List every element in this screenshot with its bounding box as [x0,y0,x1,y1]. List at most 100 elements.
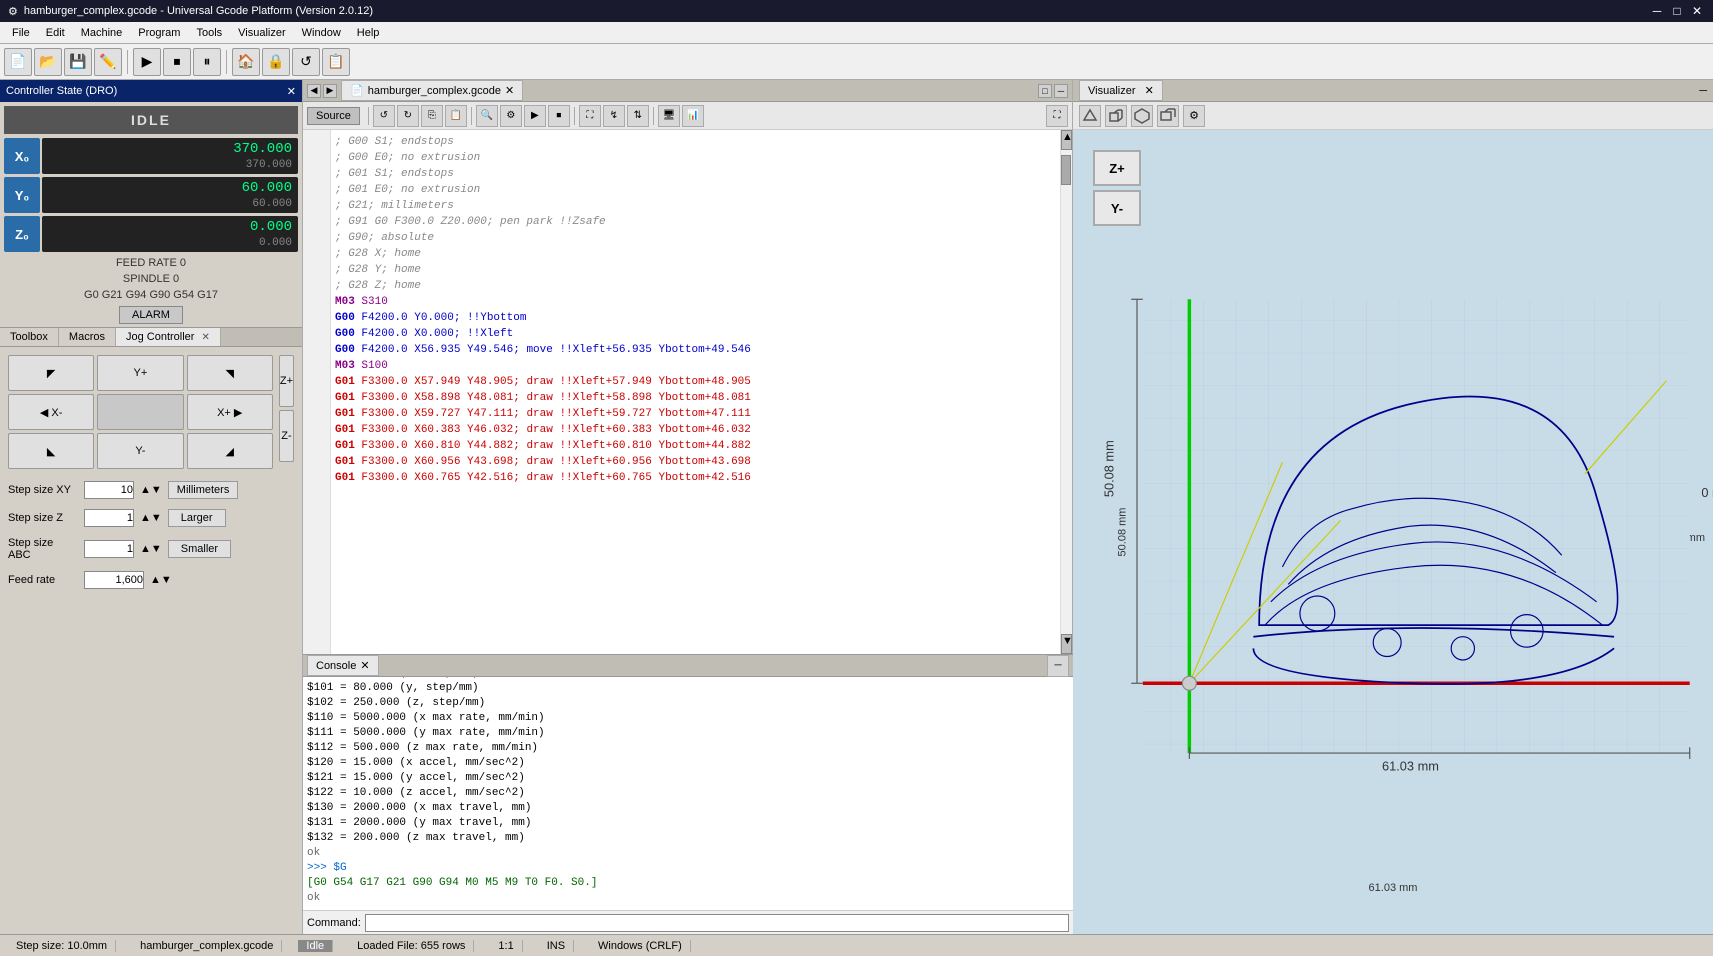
menu-edit[interactable]: Edit [38,25,73,41]
vis-view-4-button[interactable] [1157,105,1179,127]
macro-button[interactable]: 📋 [322,48,350,76]
console-output: $25 = 3000.000 (homing seek, mm/min)$26 … [303,677,1073,910]
jog-z-plus-button[interactable]: Z+ [279,355,294,407]
jog-ne-button[interactable]: ◥ [187,355,273,391]
scroll-track[interactable] [1061,150,1072,634]
vis-view-3-button[interactable] [1131,105,1153,127]
scroll-thumb[interactable] [1061,155,1071,185]
ed-run-button[interactable]: ▶ [524,105,546,127]
code-content[interactable]: ; G00 S1; endstops ; G00 E0; no extrusio… [331,130,1060,654]
smaller-button[interactable]: Smaller [168,540,231,558]
line-numbers [303,130,331,654]
ed-btn-extra3[interactable]: 🖥 [658,105,680,127]
edit-button[interactable]: ✏️ [94,48,122,76]
editor-maximize-button[interactable]: □ [1038,84,1052,98]
jog-sw-button[interactable]: ◣ [8,433,94,469]
tab-macros[interactable]: Macros [59,328,116,346]
open-file-button[interactable]: 📂 [34,48,62,76]
visualizer-tab-close[interactable]: ✕ [1145,85,1154,97]
y-axis-label[interactable]: Y₀ [4,177,40,213]
new-file-button[interactable]: 📄 [4,48,32,76]
step-abc-stepper[interactable]: ▲▼ [140,543,162,555]
ed-settings-button[interactable]: ⚙ [500,105,522,127]
tab-toolbox[interactable]: Toolbox [0,328,59,346]
ed-find-button[interactable]: 🔍 [476,105,498,127]
command-input[interactable] [365,914,1069,932]
console-clear-button[interactable]: ─ [1047,655,1069,677]
menu-window[interactable]: Window [294,25,349,41]
visualizer-tab[interactable]: Visualizer ✕ [1079,80,1163,101]
scroll-up-button[interactable]: ▲ [1061,130,1072,150]
jog-z-minus-button[interactable]: Z- [279,410,294,462]
vis-settings-button[interactable]: ⚙ [1183,105,1205,127]
step-abc-input[interactable] [84,540,134,558]
ed-expand-button[interactable]: ⛶ [579,105,601,127]
vis-view-1-button[interactable] [1079,105,1101,127]
ed-undo-button[interactable]: ↺ [373,105,395,127]
tab-jog-close[interactable]: ✕ [202,332,210,343]
center-panel: ◀ ▶ 📄 hamburger_complex.gcode ✕ □ ─ [303,80,1073,934]
run-button[interactable]: ▶ [133,48,161,76]
jog-center-button[interactable] [97,394,183,430]
title-bar-controls[interactable]: ─ □ ✕ [1649,4,1705,18]
console-tab-item[interactable]: Console ✕ [307,655,379,676]
ed-btn-extra1[interactable]: ↯ [603,105,625,127]
menu-machine[interactable]: Machine [73,25,131,41]
step-xy-input[interactable] [84,481,134,499]
visualizer-canvas[interactable]: Z+ Y- 50.08 mm 61.03 mm 0 mm [1073,130,1713,934]
ed-stop-button[interactable]: ⏹ [548,105,570,127]
editor-next-button[interactable]: ▶ [323,84,337,98]
jog-main-area: ◤ Y+ ◥ ◀ X- X+ ▶ ◣ Y- ◢ Z+ Z [8,355,294,473]
vis-view-2-button[interactable] [1105,105,1127,127]
code-scrollbar[interactable]: ▲ ▼ [1060,130,1072,654]
feed-rate-input[interactable] [84,571,144,589]
ed-paste-button[interactable]: 📋 [445,105,467,127]
tab-jog-controller[interactable]: Jog Controller ✕ [116,328,221,346]
home-button[interactable]: 🏠 [232,48,260,76]
jog-y-minus-button[interactable]: Y- [97,433,183,469]
console-area: Console ✕ ─ $25 = 3000.000 (homing seek,… [303,654,1073,934]
ed-redo-button[interactable]: ↻ [397,105,419,127]
unit-button[interactable]: Millimeters [168,481,239,499]
ed-copy-button[interactable]: ⎘ [421,105,443,127]
code-editor[interactable]: ; G00 S1; endstops ; G00 E0; no extrusio… [303,130,1072,654]
step-xy-stepper[interactable]: ▲▼ [140,484,162,496]
jog-x-plus-button[interactable]: X+ ▶ [187,394,273,430]
editor-tab-close[interactable]: ✕ [505,84,514,97]
lock-button[interactable]: 🔒 [262,48,290,76]
step-z-input[interactable] [84,509,134,527]
reset-button[interactable]: ↺ [292,48,320,76]
z-axis-label[interactable]: Z₀ [4,216,40,252]
x-axis-label[interactable]: X₀ [4,138,40,174]
source-tab[interactable]: Source [307,107,360,125]
ed-btn-extra4[interactable]: 📊 [682,105,704,127]
menu-help[interactable]: Help [349,25,388,41]
maximize-button[interactable]: □ [1669,4,1685,18]
jog-y-plus-button[interactable]: Y+ [97,355,183,391]
save-file-button[interactable]: 💾 [64,48,92,76]
editor-tab-item[interactable]: 📄 hamburger_complex.gcode ✕ [341,80,523,101]
larger-button[interactable]: Larger [168,509,226,527]
editor-prev-button[interactable]: ◀ [307,84,321,98]
alarm-button[interactable]: ALARM [119,306,183,324]
menu-visualizer[interactable]: Visualizer [230,25,294,41]
pause-button[interactable]: ⏸ [193,48,221,76]
close-button[interactable]: ✕ [1689,4,1705,18]
feed-rate-stepper[interactable]: ▲▼ [150,574,172,586]
scroll-down-button[interactable]: ▼ [1061,634,1072,654]
menu-tools[interactable]: Tools [188,25,230,41]
minimize-button[interactable]: ─ [1649,4,1665,18]
editor-close-button[interactable]: ─ [1054,84,1068,98]
menu-file[interactable]: File [4,25,38,41]
jog-nw-button[interactable]: ◤ [8,355,94,391]
menu-program[interactable]: Program [130,25,188,41]
jog-se-button[interactable]: ◢ [187,433,273,469]
vis-minimize-button[interactable]: ─ [1699,85,1707,97]
editor-fullscreen-button[interactable]: ⛶ [1046,105,1068,127]
stop-button[interactable]: ⏹ [163,48,191,76]
console-tab-close[interactable]: ✕ [360,659,369,672]
jog-x-minus-button[interactable]: ◀ X- [8,394,94,430]
ed-btn-extra2[interactable]: ⇅ [627,105,649,127]
step-z-stepper[interactable]: ▲▼ [140,512,162,524]
controller-close-button[interactable]: ✕ [287,85,296,98]
